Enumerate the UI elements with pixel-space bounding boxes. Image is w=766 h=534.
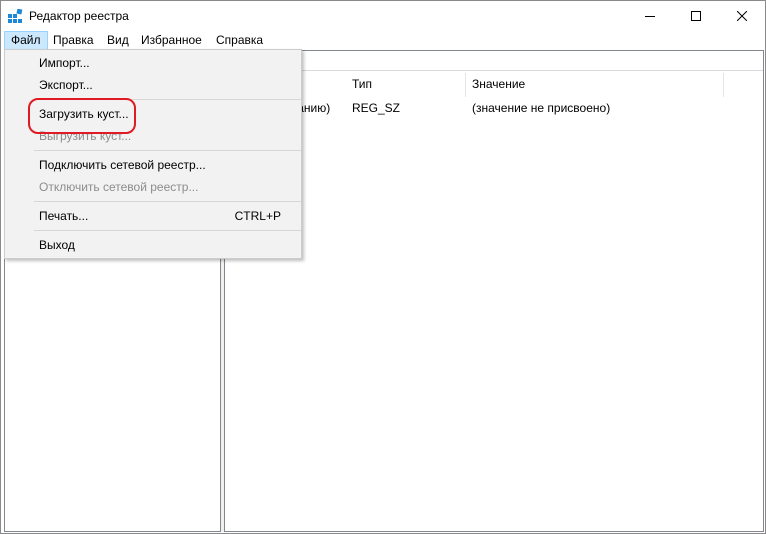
menu-item-label: Выход xyxy=(39,238,75,252)
title-bar[interactable]: Редактор реестра xyxy=(1,1,765,31)
window-title: Редактор реестра xyxy=(29,9,129,23)
address-bar[interactable] xyxy=(225,51,763,71)
minimize-icon xyxy=(645,16,655,17)
menu-help[interactable]: Справка xyxy=(210,31,269,50)
values-list-pane[interactable]: Тип Значение чанию) REG_SZ (значение не … xyxy=(224,50,764,532)
maximize-icon xyxy=(691,11,701,21)
menu-item-label: Печать... xyxy=(39,209,89,223)
menu-item-label: Отключить сетевой реестр... xyxy=(39,180,199,194)
file-menu-dropdown: Импорт... Экспорт... Загрузить куст... В… xyxy=(4,49,302,259)
menu-file[interactable]: Файл xyxy=(4,31,48,50)
column-header-type[interactable]: Тип xyxy=(346,73,466,97)
close-button[interactable] xyxy=(719,1,765,31)
row-value-cell[interactable]: (значение не присвоено) xyxy=(472,99,610,117)
menu-favorites[interactable]: Избранное xyxy=(135,31,208,50)
registry-editor-icon xyxy=(8,9,23,23)
menu-item-label: Подключить сетевой реестр... xyxy=(39,158,206,172)
menu-item-shortcut: CTRL+P xyxy=(234,209,281,223)
menu-edit[interactable]: Правка xyxy=(47,31,100,50)
menu-view[interactable]: Вид xyxy=(101,31,135,50)
registry-editor-window: Редактор реестра Файл Правка Вид Избранн… xyxy=(0,0,766,534)
highlight-ring xyxy=(28,98,136,134)
menu-separator xyxy=(34,201,301,202)
maximize-button[interactable] xyxy=(673,1,719,31)
menu-item-exit[interactable]: Выход xyxy=(5,234,301,256)
close-icon xyxy=(737,11,747,21)
menu-item-disconnect-network-registry: Отключить сетевой реестр... xyxy=(5,176,301,198)
menu-separator xyxy=(34,230,301,231)
minimize-button[interactable] xyxy=(627,1,673,31)
menu-item-label: Экспорт... xyxy=(39,78,93,92)
column-header-value[interactable]: Значение xyxy=(466,73,724,97)
menu-bar: Файл Правка Вид Избранное Справка xyxy=(1,31,765,50)
menu-item-print[interactable]: Печать... CTRL+P xyxy=(5,205,301,227)
menu-item-export[interactable]: Экспорт... xyxy=(5,74,301,96)
menu-item-label: Импорт... xyxy=(39,56,90,70)
menu-item-connect-network-registry[interactable]: Подключить сетевой реестр... xyxy=(5,154,301,176)
menu-item-import[interactable]: Импорт... xyxy=(5,52,301,74)
row-type-cell[interactable]: REG_SZ xyxy=(352,99,400,117)
menu-separator xyxy=(34,150,301,151)
